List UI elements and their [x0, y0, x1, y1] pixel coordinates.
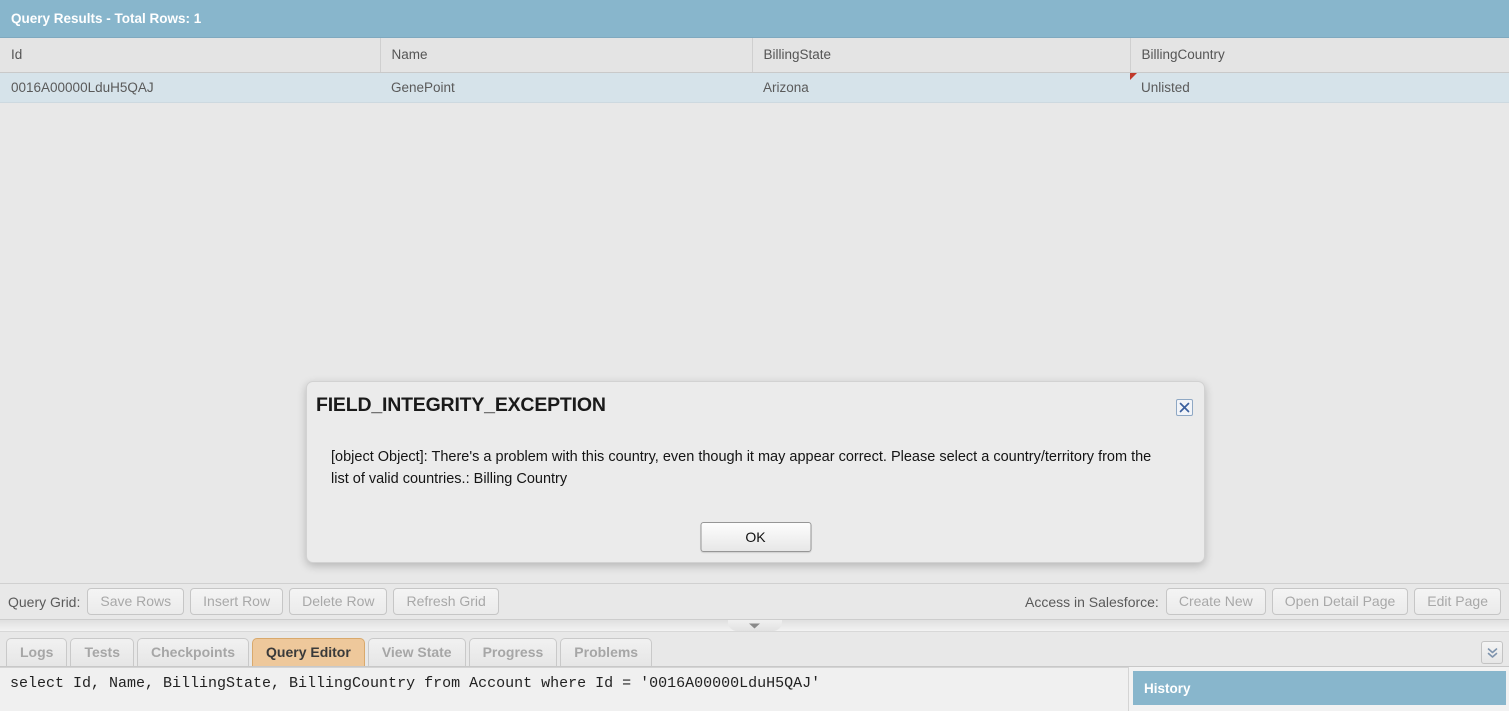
tab-bar: Logs Tests Checkpoints Query Editor View…	[0, 632, 1509, 667]
ok-button[interactable]: OK	[700, 522, 811, 552]
history-panel: History	[1129, 667, 1509, 711]
tab-progress[interactable]: Progress	[468, 638, 558, 666]
tab-view-state[interactable]: View State	[367, 638, 466, 666]
tab-logs[interactable]: Logs	[6, 638, 68, 666]
column-header-billingstate[interactable]: BillingState	[752, 38, 1131, 73]
save-rows-button[interactable]: Save Rows	[87, 588, 185, 615]
refresh-grid-button[interactable]: Refresh Grid	[393, 588, 499, 615]
query-grid-label: Query Grid:	[8, 593, 81, 610]
editor-area: select Id, Name, BillingState, BillingCo…	[0, 667, 1509, 711]
table-row[interactable]: 0016A00000LduH5QAJ GenePoint Arizona Unl…	[0, 72, 1509, 103]
edit-page-button[interactable]: Edit Page	[1414, 588, 1501, 615]
table-header-row: Id Name BillingState BillingCountry	[0, 38, 1509, 73]
results-table: Id Name BillingState BillingCountry 0016…	[0, 38, 1509, 103]
cell-id[interactable]: 0016A00000LduH5QAJ	[0, 72, 380, 103]
error-dialog-message: [object Object]: There's a problem with …	[331, 449, 1152, 487]
query-results-header: Query Results - Total Rows: 1	[0, 0, 1509, 38]
salesforce-access-group: Access in Salesforce: Create New Open De…	[1025, 588, 1501, 615]
tab-query-editor[interactable]: Query Editor	[252, 638, 365, 666]
tab-checkpoints[interactable]: Checkpoints	[137, 638, 250, 666]
history-panel-header: History	[1133, 671, 1506, 705]
query-editor-input[interactable]: select Id, Name, BillingState, BillingCo…	[0, 667, 1129, 711]
double-chevron-down-icon[interactable]	[1481, 641, 1503, 664]
error-dialog-title: FIELD_INTEGRITY_EXCEPTION	[316, 394, 606, 416]
query-editor-text: select Id, Name, BillingState, BillingCo…	[10, 675, 821, 692]
error-flag-icon	[1130, 72, 1137, 80]
column-header-name[interactable]: Name	[380, 38, 753, 73]
tab-tests[interactable]: Tests	[70, 638, 134, 666]
delete-row-button[interactable]: Delete Row	[289, 588, 388, 615]
insert-row-button[interactable]: Insert Row	[190, 588, 284, 615]
cell-billingstate[interactable]: Arizona	[752, 72, 1130, 103]
cell-billingcountry-value: Unlisted	[1141, 79, 1190, 95]
column-header-id[interactable]: Id	[0, 38, 381, 73]
history-title: History	[1144, 680, 1191, 696]
close-icon[interactable]	[1176, 399, 1193, 416]
create-new-button[interactable]: Create New	[1165, 588, 1266, 615]
error-dialog: FIELD_INTEGRITY_EXCEPTION [object Object…	[306, 381, 1205, 563]
access-in-salesforce-label: Access in Salesforce:	[1024, 593, 1159, 610]
tab-problems[interactable]: Problems	[560, 638, 653, 666]
panel-splitter[interactable]	[0, 619, 1509, 632]
collapse-panel-handle[interactable]	[727, 620, 782, 631]
column-header-billingcountry[interactable]: BillingCountry	[1130, 38, 1509, 73]
cell-billingcountry[interactable]: Unlisted	[1130, 72, 1509, 103]
open-detail-page-button[interactable]: Open Detail Page	[1271, 588, 1409, 615]
cell-name[interactable]: GenePoint	[380, 72, 752, 103]
grid-toolbar: Query Grid: Save Rows Insert Row Delete …	[0, 583, 1509, 619]
chevron-down-icon	[749, 623, 760, 628]
query-results-title: Query Results - Total Rows: 1	[11, 11, 202, 26]
